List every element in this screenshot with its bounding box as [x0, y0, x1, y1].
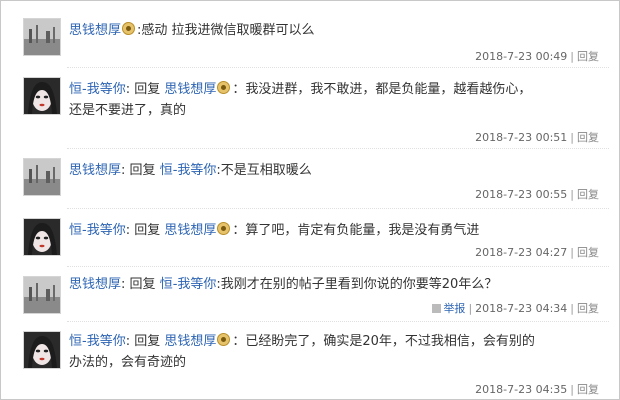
avatar[interactable]: [23, 18, 61, 56]
reply-button[interactable]: 回复: [577, 246, 599, 259]
username[interactable]: 恒-我等你: [69, 334, 126, 349]
colon: :: [125, 82, 135, 97]
separator: |: [570, 188, 574, 201]
reply-meta: 2018-7-23 00:51 | 回复: [475, 129, 599, 145]
username[interactable]: 思钱想厚: [69, 23, 121, 38]
reply-word: 回复: [129, 277, 156, 292]
avatar[interactable]: [23, 331, 61, 369]
timestamp: 2018-7-23 00:55: [475, 188, 568, 201]
reply-content: 思钱想厚: 回复 恒-我等你:不是互相取暖么: [69, 160, 591, 181]
colon: :: [121, 277, 130, 292]
girl-avatar-icon: [24, 219, 60, 255]
timestamp: 2018-7-23 00:49: [475, 50, 568, 63]
reply-content: 恒-我等你: 回复 思钱想厚 ：我没进群，我不敢进，都是负能量，越看越伤心， 还是不…: [69, 79, 591, 121]
separator: |: [570, 50, 574, 63]
reply-word: 回复: [134, 223, 161, 238]
reply-target-username[interactable]: 恒-我等你: [160, 163, 217, 178]
report-button[interactable]: 举报: [443, 302, 465, 315]
reply-target-username[interactable]: 恒-我等你: [160, 277, 217, 292]
reply-meta: 2018-7-23 04:35 | 回复: [475, 381, 599, 397]
username[interactable]: 恒-我等你: [69, 223, 126, 238]
reply-text: 感动 拉我进微信取暖群可以么: [141, 23, 315, 38]
reply-word: 回复: [134, 334, 161, 349]
reply-target-username[interactable]: 思钱想厚: [164, 334, 216, 349]
scenery-avatar-icon: [24, 19, 60, 55]
reply-text: :我刚才在别的帖子里看到你说的你要等20年么？: [216, 277, 498, 292]
level-badge-icon: [217, 222, 231, 235]
separator: |: [468, 302, 473, 315]
reply-button[interactable]: 回复: [577, 188, 599, 201]
colon: :: [125, 334, 135, 349]
reply-meta: 2018-7-23 00:49 | 回复: [475, 48, 599, 64]
reply-target-username[interactable]: 思钱想厚: [164, 82, 216, 97]
reply-content: 思钱想厚: 回复 恒-我等你:我刚才在别的帖子里看到你说的你要等20年么？: [69, 274, 591, 295]
girl-avatar-icon: [24, 78, 60, 114]
reply-content: 恒-我等你: 回复 思钱想厚 ：算了吧，肯定有负能量，我是没有勇气进: [69, 220, 591, 241]
reply-target-username[interactable]: 思钱想厚: [164, 223, 216, 238]
timestamp: 2018-7-23 00:51: [475, 131, 568, 144]
reply-meta: 2018-7-23 04:27 | 回复: [475, 244, 599, 260]
reply-text: ：算了吧，肯定有负能量，我是没有勇气进: [232, 223, 480, 238]
avatar[interactable]: [23, 158, 61, 196]
avatar[interactable]: [23, 77, 61, 115]
timestamp: 2018-7-23 04:27: [475, 246, 568, 259]
flag-icon: [432, 304, 442, 313]
divider: [67, 67, 609, 68]
divider: [67, 148, 609, 149]
avatar[interactable]: [23, 276, 61, 314]
username[interactable]: 恒-我等你: [69, 82, 126, 97]
level-badge-icon: [217, 333, 231, 346]
colon: :: [121, 163, 130, 178]
reply-text: :不是互相取暖么: [216, 163, 312, 178]
timestamp: 2018-7-23 04:34: [475, 302, 568, 315]
separator: |: [570, 302, 574, 315]
scenery-avatar-icon: [24, 159, 60, 195]
separator: |: [570, 383, 574, 396]
reply-content: 恒-我等你: 回复 思钱想厚 ：已经盼完了，确实是20年，不过我相信，会有别的办法…: [69, 331, 591, 373]
divider: [67, 208, 609, 209]
separator: |: [570, 246, 574, 259]
divider: [67, 266, 609, 267]
reply-list: 思钱想厚:感动 拉我进微信取暖群可以么 2018-7-23 00:49 | 回复 恒…: [0, 0, 620, 400]
reply-text-line1: ：我没进群，我不敢进，都是负能量，越看越伤心，: [232, 82, 532, 97]
girl-avatar-icon: [24, 332, 60, 368]
reply-button[interactable]: 回复: [577, 131, 599, 144]
reply-meta: 举报 | 2018-7-23 04:34 | 回复: [432, 300, 599, 316]
colon: :: [125, 223, 135, 238]
reply-content: 思钱想厚:感动 拉我进微信取暖群可以么: [69, 20, 591, 41]
avatar[interactable]: [23, 218, 61, 256]
level-badge-icon: [122, 22, 136, 35]
reply-word: 回复: [129, 163, 156, 178]
reply-text-line2: 还是不要进了，真的: [69, 103, 187, 118]
reply-text-line2: 办法的，会有奇迹的: [69, 355, 187, 370]
username[interactable]: 思钱想厚: [69, 277, 121, 292]
reply-word: 回复: [134, 82, 161, 97]
divider: [67, 321, 609, 322]
reply-meta: 2018-7-23 00:55 | 回复: [475, 186, 599, 202]
reply-button[interactable]: 回复: [577, 383, 599, 396]
scenery-avatar-icon: [24, 277, 60, 313]
reply-button[interactable]: 回复: [577, 50, 599, 63]
reply-text-line1: ：已经盼完了，确实是20年，不过我相信，会有别的: [232, 334, 535, 349]
reply-button[interactable]: 回复: [577, 302, 599, 315]
separator: |: [570, 131, 574, 144]
level-badge-icon: [217, 81, 231, 94]
username[interactable]: 思钱想厚: [69, 163, 121, 178]
timestamp: 2018-7-23 04:35: [475, 383, 568, 396]
